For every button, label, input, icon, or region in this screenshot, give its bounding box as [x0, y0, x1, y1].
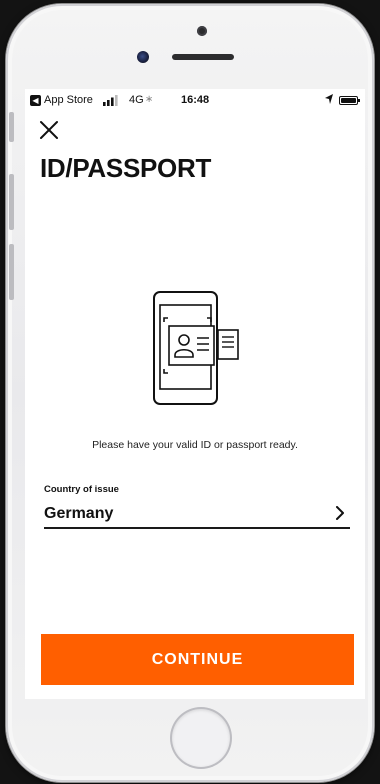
back-to-app-icon[interactable]: ◀	[30, 95, 41, 106]
network-activity-icon: ∗	[145, 94, 154, 105]
battery-icon	[339, 96, 360, 105]
phone-id-card-scan-icon	[149, 291, 249, 407]
chevron-right-icon	[336, 506, 344, 520]
close-button[interactable]	[37, 118, 61, 142]
front-camera	[197, 26, 207, 36]
network-type: 4G	[129, 94, 144, 106]
page-title: ID/PASSPORT	[40, 153, 212, 183]
instruction-text: Please have your valid ID or passport re…	[92, 439, 298, 451]
home-button[interactable]	[172, 709, 230, 767]
country-value: Germany	[44, 505, 114, 522]
country-of-issue-select[interactable]: Germany	[44, 499, 350, 529]
close-icon	[40, 121, 58, 139]
volume-up-button	[9, 174, 14, 230]
face-sensor	[137, 51, 149, 63]
country-field-label: Country of issue	[44, 484, 119, 495]
status-bar: ◀ App Store 4G ∗ 16:48	[25, 89, 365, 113]
clock: 16:48	[181, 94, 210, 106]
earpiece-speaker	[172, 54, 234, 60]
signal-strength-icon	[103, 95, 118, 106]
location-arrow-icon	[325, 94, 333, 104]
app-screen: ◀ App Store 4G ∗ 16:48 ID/PASSPORT Pleas…	[25, 89, 365, 699]
volume-down-button	[9, 244, 14, 300]
continue-button[interactable]: CONTINUE	[41, 634, 354, 685]
back-app-label[interactable]: App Store	[44, 94, 93, 106]
device-stage: ◀ App Store 4G ∗ 16:48 ID/PASSPORT Pleas…	[0, 0, 380, 784]
mute-switch	[9, 112, 14, 142]
